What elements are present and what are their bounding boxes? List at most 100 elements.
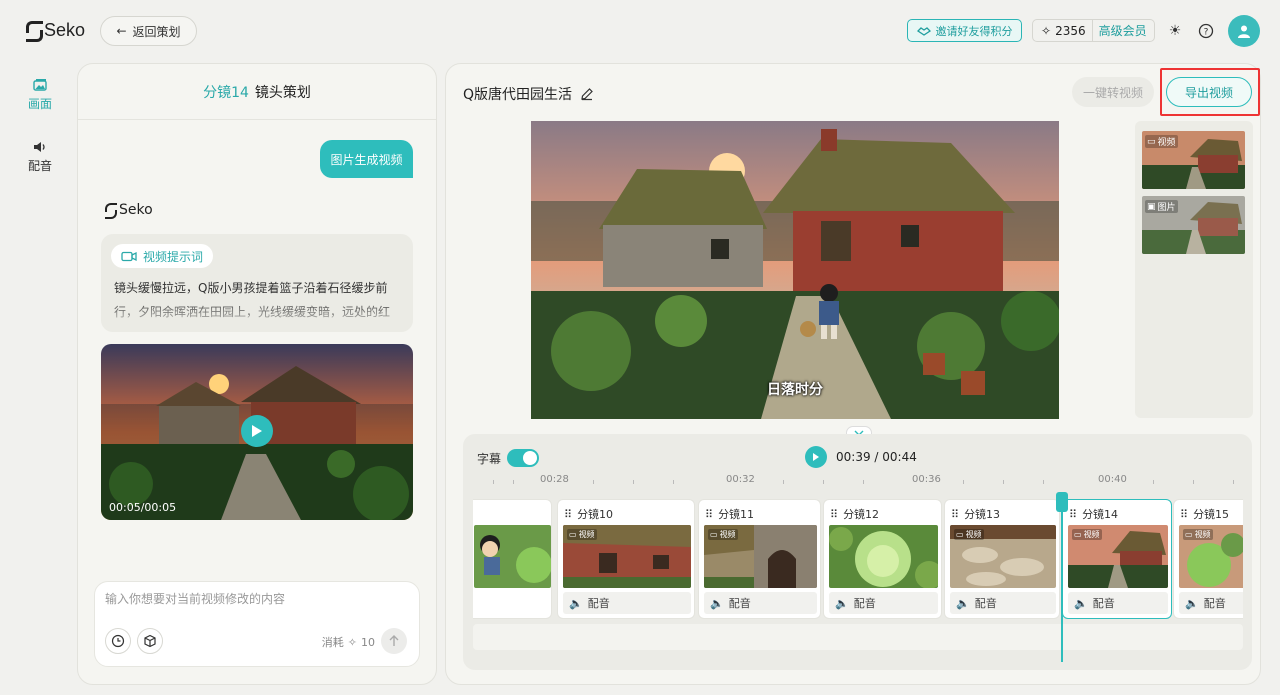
- convert-to-video-button[interactable]: 一键转视频: [1072, 77, 1154, 107]
- tick-label: 00:40: [1098, 474, 1127, 485]
- panel-title-text: 镜头策划: [254, 85, 311, 101]
- edit-pencil-icon[interactable]: [580, 87, 594, 101]
- video-camera-icon: ▭: [1185, 530, 1193, 539]
- shot-clip[interactable]: ⠿ 分镜10 ▭ 视频 🔈 配音: [557, 499, 695, 619]
- play-button[interactable]: [241, 415, 273, 447]
- subtitle-toggle[interactable]: [507, 449, 539, 467]
- shot-clip-active[interactable]: ⠿ 分镜14 ▭ 视频 🔈 配音: [1062, 499, 1172, 619]
- clip-thumbnail: ▭ 视频: [1179, 525, 1243, 588]
- image-icon: ▣: [1147, 201, 1156, 212]
- invite-friends-button[interactable]: 邀请好友得积分: [907, 19, 1022, 42]
- send-button[interactable]: [381, 628, 407, 654]
- arrow-up-icon: [389, 635, 399, 646]
- seko-logo-icon: [26, 20, 43, 42]
- sparkle-icon: ✧: [1041, 23, 1052, 38]
- video-subtitle: 日落时分: [767, 382, 823, 398]
- credits-value: 2356: [1055, 23, 1086, 38]
- shot-clip[interactable]: ⠿ 分镜13 ▭ 视频 🔈 配音: [944, 499, 1060, 619]
- voice-track-button[interactable]: 🔈 配音: [704, 592, 817, 614]
- brand-name: Seko: [44, 20, 86, 40]
- timeline-time: 00:39 / 00:44: [836, 450, 917, 464]
- clip-type-tag: ▭ 视频: [708, 529, 738, 540]
- help-icon[interactable]: ?: [1197, 22, 1215, 40]
- asset-thumb-video[interactable]: ▭ 视频: [1142, 131, 1245, 189]
- video-camera-icon: ▭: [956, 530, 964, 539]
- speaker-icon: 🔈: [569, 596, 583, 610]
- edit-input[interactable]: [105, 592, 405, 606]
- export-video-button[interactable]: 导出视频: [1166, 77, 1252, 107]
- tick-label: 00:36: [912, 474, 941, 485]
- clip-thumbnail: ▭ 视频: [563, 525, 691, 588]
- invite-label: 邀请好友得积分: [935, 24, 1013, 38]
- drag-handle-icon[interactable]: ⠿: [705, 508, 713, 521]
- voice-track-button[interactable]: 🔈 配音: [950, 592, 1056, 614]
- drag-handle-icon[interactable]: ⠿: [1069, 508, 1077, 521]
- credits-badge[interactable]: ✧ 2356 高级会员: [1032, 19, 1155, 42]
- user-message-bubble: 图片生成视频: [320, 140, 413, 178]
- clock-icon: [111, 634, 125, 648]
- drag-handle-icon[interactable]: ⠿: [1180, 508, 1188, 521]
- video-camera-icon: ▭: [1074, 530, 1082, 539]
- consume-info: 消耗 ✧ 10: [322, 634, 375, 650]
- shot-clip[interactable]: ⠿ 分镜11 ▭ 视频 🔈 配音: [698, 499, 821, 619]
- avatar[interactable]: [1228, 15, 1260, 47]
- rail-item-visual[interactable]: 画面: [20, 78, 60, 112]
- drag-handle-icon[interactable]: ⠿: [830, 508, 838, 521]
- vip-label[interactable]: 高级会员: [1091, 20, 1153, 41]
- model-button[interactable]: [137, 628, 163, 654]
- main-video-preview[interactable]: 日落时分: [531, 121, 1059, 419]
- shot-number: 分镜14: [203, 85, 249, 101]
- tick-label: 00:32: [726, 474, 755, 485]
- voice-track-button[interactable]: 🔈 配音: [1179, 592, 1243, 614]
- drag-handle-icon[interactable]: ⠿: [564, 508, 572, 521]
- play-icon: [813, 453, 819, 461]
- user-icon: [1238, 25, 1250, 38]
- timeline-play-button[interactable]: [805, 446, 827, 468]
- playhead-handle[interactable]: [1056, 492, 1068, 512]
- timeline: 字幕 00:39 / 00:44 00:28 00:32 00:36 00:40: [463, 434, 1252, 670]
- video-prompt-card[interactable]: 视频提示词 镜头缓慢拉远，Q版小男孩提着篮子沿着石径缓步前行，夕阳余晖洒在田园上…: [101, 234, 413, 332]
- drag-handle-icon[interactable]: ⠿: [951, 508, 959, 521]
- edit-input-box[interactable]: 消耗 ✧ 10: [94, 581, 420, 667]
- asset-thumb-image[interactable]: ▣ 图片: [1142, 196, 1245, 254]
- clip-type-tag: ▭ 视频: [1072, 529, 1102, 540]
- voice-track-button[interactable]: 🔈 配音: [563, 592, 691, 614]
- seko-logo-icon: [105, 202, 117, 219]
- brand-logo[interactable]: Seko: [26, 20, 86, 42]
- theme-sun-icon[interactable]: ☀: [1166, 22, 1184, 40]
- video-camera-icon: ▭: [1147, 136, 1156, 147]
- handshake-icon: [916, 26, 931, 36]
- video-camera-icon: ▭: [569, 530, 577, 539]
- time-ruler[interactable]: 00:28 00:32 00:36 00:40: [473, 472, 1243, 494]
- empty-track[interactable]: [473, 624, 1243, 650]
- consume-value: 10: [361, 635, 375, 649]
- shot-clip[interactable]: [473, 499, 552, 619]
- shot-clip[interactable]: ⠿ 分镜15 ▭ 视频 🔈 配音: [1173, 499, 1243, 619]
- speaker-icon: 🔈: [710, 596, 724, 610]
- video-camera-icon: ▭: [710, 530, 718, 539]
- assistant-header: Seko: [105, 202, 153, 219]
- back-to-planning-button[interactable]: ← 返回策划: [100, 16, 197, 46]
- speaker-icon: 🔈: [835, 596, 849, 610]
- clip-type-tag: ▭ 视频: [954, 529, 984, 540]
- shot-clip[interactable]: ⠿ 分镜12 🔈 配音: [823, 499, 942, 619]
- thumb-tag: ▭ 视频: [1145, 135, 1178, 148]
- clip-name: ⠿ 分镜14: [1069, 507, 1119, 522]
- voice-track-button[interactable]: 🔈 配音: [1068, 592, 1168, 614]
- video-prompt-label: 视频提示词: [143, 249, 204, 264]
- duration-button[interactable]: [105, 628, 131, 654]
- consume-label: 消耗: [321, 636, 344, 649]
- rail-item-voice[interactable]: 配音: [20, 140, 60, 174]
- play-icon: [252, 425, 262, 437]
- generated-video-player[interactable]: 00:05/00:05: [101, 344, 413, 520]
- rail-label-voice: 配音: [27, 159, 52, 173]
- video-prompt-tag: 视频提示词: [111, 244, 214, 268]
- cube-icon: [144, 634, 156, 648]
- video-time: 00:05/00:05: [109, 501, 177, 514]
- playhead[interactable]: [1056, 492, 1068, 662]
- video-editor-panel: Q版唐代田园生活 一键转视频 导出视频 日落时分 ▭ 视频 ▣ 图片 字幕 00…: [445, 63, 1261, 685]
- voice-track-button[interactable]: 🔈 配音: [829, 592, 938, 614]
- speaker-icon: 🔈: [1185, 596, 1199, 610]
- speaker-icon: 🔈: [956, 596, 970, 610]
- project-title: Q版唐代田园生活: [463, 84, 594, 104]
